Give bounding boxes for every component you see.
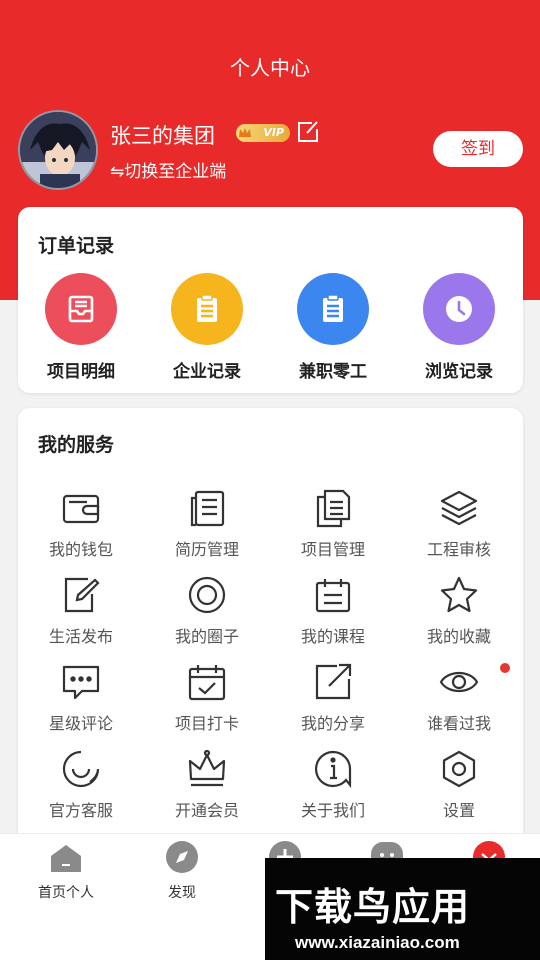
service-clockin[interactable]: 项目打卡 (144, 662, 270, 749)
order-item-browse-history[interactable]: 浏览记录 (396, 273, 522, 382)
service-label: 官方客服 (48, 801, 113, 820)
avatar[interactable] (18, 110, 98, 190)
clipboard-icon (171, 273, 243, 345)
vip-label: VIP (263, 126, 284, 139)
resume-icon (190, 490, 225, 527)
settings-icon (442, 750, 476, 788)
circle-icon (188, 576, 226, 614)
page-title: 个人中心 (230, 56, 310, 80)
calendar-check-icon (188, 665, 226, 701)
checkin-button[interactable]: 签到 (433, 131, 523, 167)
service-label: 关于我们 (300, 801, 365, 820)
service-resume[interactable]: 简历管理 (144, 488, 270, 575)
orders-card: 订单记录 项目明细 企业记录 兼职零工 浏览记录 (18, 207, 523, 393)
files-icon (316, 489, 351, 528)
clock-icon (423, 273, 495, 345)
service-audit[interactable]: 工程审核 (396, 488, 522, 575)
service-life-post[interactable]: 生活发布 (18, 575, 144, 662)
layers-icon (440, 490, 478, 526)
service-label: 生活发布 (48, 627, 113, 646)
service-rating[interactable]: 星级评论 (18, 662, 144, 749)
service-label: 我的钱包 (48, 540, 113, 559)
service-label: 项目打卡 (174, 714, 239, 733)
service-wallet[interactable]: 我的钱包 (18, 488, 144, 575)
share-icon (315, 663, 352, 700)
vip-crown-icon (239, 128, 251, 137)
service-project[interactable]: 项目管理 (270, 488, 396, 575)
tab-label: 首页个人 (38, 885, 94, 901)
service-label: 谁看过我 (426, 714, 491, 733)
service-membership[interactable]: 开通会员 (144, 749, 270, 836)
service-label: 项目管理 (300, 540, 365, 559)
service-share[interactable]: 我的分享 (270, 662, 396, 749)
watermark: 下载鸟应用 www.xiazainiao.com (265, 858, 540, 960)
username: 张三的集团 (110, 124, 215, 148)
service-visitors[interactable]: 谁看过我 (396, 662, 522, 749)
notification-dot (500, 663, 510, 673)
comment-icon (62, 665, 100, 700)
order-item-project-detail[interactable]: 项目明细 (18, 273, 144, 382)
inbox-icon (45, 273, 117, 345)
document-icon (297, 273, 369, 345)
services-card: 我的服务 我的钱包 简历管理 项目管理 工程审核 生活发布 我的圈子 我的课程 … (18, 408, 523, 858)
switch-to-enterprise[interactable]: ⇋切换至企业端 (110, 157, 226, 182)
order-item-part-time[interactable]: 兼职零工 (270, 273, 396, 382)
info-icon (314, 750, 352, 789)
service-label: 星级评论 (48, 714, 113, 733)
service-label: 我的分享 (300, 714, 365, 733)
tab-label: 发现 (168, 885, 196, 901)
smile-icon (62, 750, 100, 788)
order-label: 浏览记录 (425, 362, 493, 382)
service-label: 简历管理 (174, 540, 239, 559)
service-label: 我的课程 (300, 627, 365, 646)
tab-home[interactable]: 首页个人 (12, 840, 120, 902)
service-favorite[interactable]: 我的收藏 (396, 575, 522, 662)
order-label: 兼职零工 (299, 362, 367, 382)
service-label: 我的圈子 (174, 627, 239, 646)
service-about[interactable]: 关于我们 (270, 749, 396, 836)
crown-icon (188, 749, 226, 787)
service-label: 我的收藏 (426, 627, 491, 646)
star-icon (440, 576, 478, 613)
service-label: 设置 (442, 801, 475, 820)
service-customer-service[interactable]: 官方客服 (18, 749, 144, 836)
service-label: 工程审核 (426, 540, 491, 559)
vip-badge: VIP (236, 124, 290, 142)
watermark-name: 下载鸟应用 (275, 885, 471, 929)
service-course[interactable]: 我的课程 (270, 575, 396, 662)
service-settings[interactable]: 设置 (396, 749, 522, 836)
order-label: 项目明细 (47, 362, 115, 382)
tab-discover[interactable]: 发现 (128, 840, 236, 902)
home-icon (51, 845, 81, 872)
service-circle[interactable]: 我的圈子 (144, 575, 270, 662)
course-icon (315, 579, 351, 613)
compass-icon (166, 841, 198, 873)
edit-profile-icon[interactable] (296, 120, 320, 144)
services-title: 我的服务 (38, 434, 115, 456)
eye-icon (439, 671, 479, 693)
order-item-enterprise-record[interactable]: 企业记录 (144, 273, 270, 382)
wallet-icon (62, 494, 100, 524)
pen-icon (64, 577, 100, 613)
watermark-url: www.xiazainiao.com (295, 933, 460, 952)
service-label: 开通会员 (174, 801, 239, 820)
orders-title: 订单记录 (38, 235, 115, 257)
order-label: 企业记录 (173, 362, 241, 382)
